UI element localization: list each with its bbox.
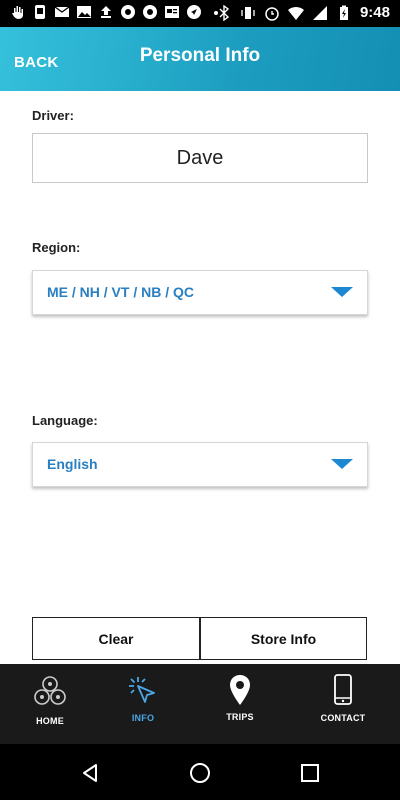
region-value: ME / NH / VT / NB / QC bbox=[47, 284, 195, 300]
region-select[interactable]: ME / NH / VT / NB / QC bbox=[32, 270, 368, 315]
language-select[interactable]: English bbox=[32, 442, 368, 487]
driver-label: Driver: bbox=[32, 108, 74, 123]
language-value: English bbox=[47, 456, 98, 472]
driver-value: Dave bbox=[176, 146, 224, 169]
chevron-down-icon bbox=[331, 287, 353, 297]
record-icon bbox=[121, 5, 135, 19]
tab-info[interactable]: INFO bbox=[93, 664, 193, 744]
system-nav-bar bbox=[0, 744, 400, 800]
region-label: Region: bbox=[32, 240, 81, 255]
page-title: Personal Info bbox=[139, 45, 261, 66]
record-icon bbox=[143, 5, 157, 19]
alarm-icon bbox=[265, 7, 279, 21]
tab-trips[interactable]: TRIPS bbox=[190, 664, 290, 744]
home-nav-icon[interactable] bbox=[189, 762, 211, 784]
vibrate-icon bbox=[241, 7, 255, 19]
bluetooth-icon bbox=[219, 5, 230, 21]
cursor-click-icon bbox=[129, 677, 155, 703]
app-icon bbox=[35, 5, 45, 19]
image-icon bbox=[77, 6, 91, 18]
tab-info-label: INFO bbox=[131, 713, 155, 723]
tab-home-label: HOME bbox=[36, 716, 64, 726]
tab-contact-label: CONTACT bbox=[320, 713, 366, 723]
language-label: Language: bbox=[32, 413, 98, 428]
app-header: BACK Personal Info bbox=[0, 27, 400, 91]
phone-icon bbox=[334, 674, 352, 705]
bottom-tab-bar: HOME INFO TRIPS CONTACT bbox=[0, 664, 400, 744]
wifi-icon bbox=[287, 6, 304, 20]
status-bar: 9:48 bbox=[0, 0, 400, 27]
notification-icons bbox=[10, 4, 224, 20]
signal-icon bbox=[312, 6, 327, 20]
back-nav-icon[interactable] bbox=[80, 763, 100, 783]
mail-icon bbox=[54, 6, 70, 17]
map-pin-icon bbox=[230, 675, 250, 705]
home-icon bbox=[34, 676, 66, 705]
clear-button[interactable]: Clear bbox=[32, 617, 200, 660]
upload-icon bbox=[101, 6, 111, 18]
system-icons: 9:48 bbox=[216, 4, 390, 22]
clock: 9:48 bbox=[359, 4, 390, 21]
news-icon bbox=[165, 6, 179, 18]
chevron-down-icon bbox=[331, 459, 353, 469]
store-info-button[interactable]: Store Info bbox=[200, 617, 367, 660]
tab-home[interactable]: HOME bbox=[0, 664, 100, 744]
driver-field[interactable]: Dave bbox=[32, 133, 368, 183]
navigation-icon bbox=[187, 5, 201, 19]
recents-nav-icon[interactable] bbox=[301, 764, 319, 782]
battery-charging-icon bbox=[339, 5, 348, 20]
tab-trips-label: TRIPS bbox=[226, 712, 254, 722]
tab-contact[interactable]: CONTACT bbox=[293, 664, 393, 744]
hand-icon bbox=[12, 6, 23, 19]
